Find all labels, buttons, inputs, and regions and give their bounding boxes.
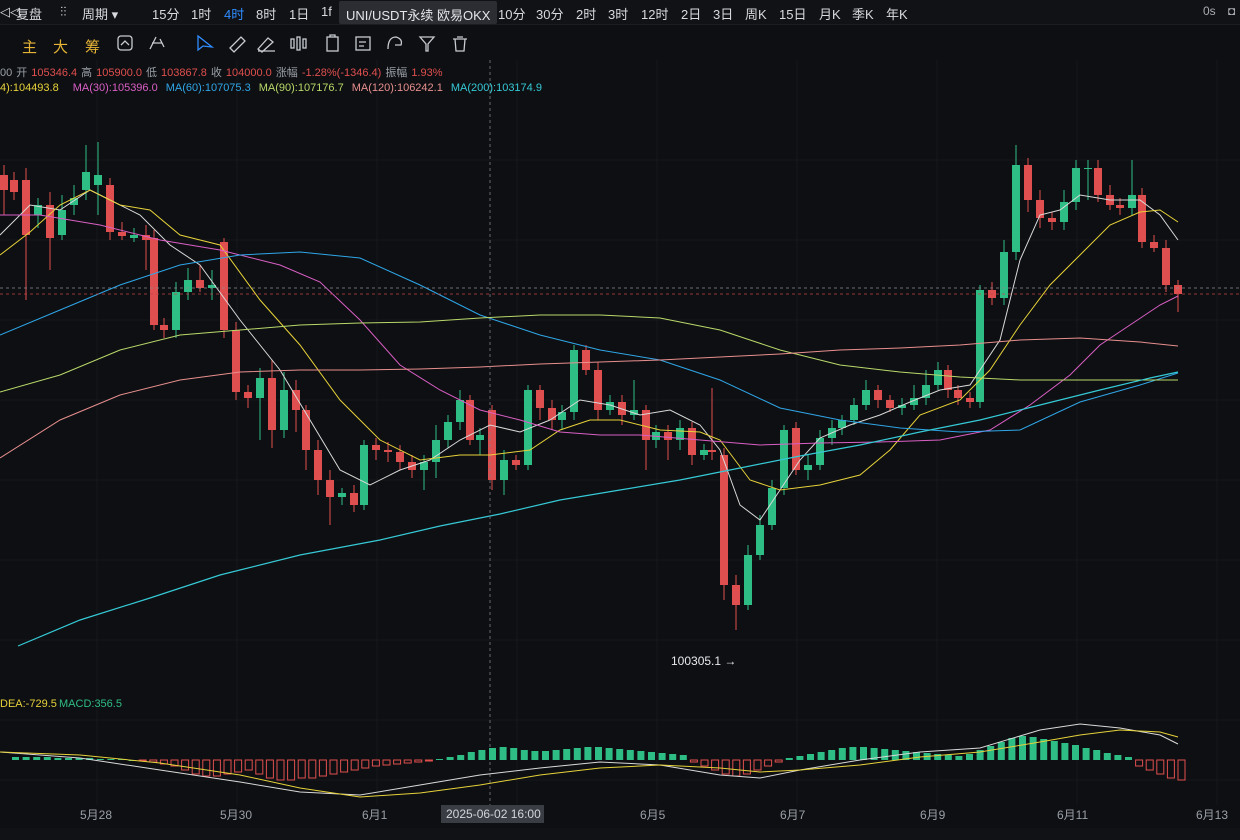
screenshot-icon[interactable]: ◘ — [1228, 4, 1235, 18]
ma-legend: 4):104493.8 MA(30):105396.0 MA(60):107075.… — [0, 82, 546, 94]
date-label-7: 6月13 — [1196, 808, 1229, 822]
date-label-5: 6月9 — [920, 808, 946, 822]
brush-icon[interactable] — [257, 37, 275, 53]
period-dropdown[interactable]: 周期 ▾ — [82, 4, 118, 23]
interval-30m[interactable]: 30分 — [536, 4, 563, 23]
pattern-icon[interactable] — [290, 36, 307, 51]
ma-legend-30: MA(30):105396.0 — [72, 82, 158, 94]
interval-year[interactable]: 年K — [886, 4, 908, 23]
cursor-icon[interactable] — [197, 34, 215, 52]
interval-15m[interactable]: 15分 — [152, 4, 179, 23]
interval-2h[interactable]: 2时 — [576, 4, 596, 23]
drawing-tools — [117, 34, 467, 53]
interval-month[interactable]: 月K — [819, 4, 841, 23]
change-value: -1.28%(-1346.4) — [301, 67, 382, 79]
ma-legend-120: MA(120):106242.1 — [351, 82, 443, 94]
candlesticks — [0, 142, 1182, 630]
change-label: 涨幅 — [275, 67, 298, 79]
interval-4h[interactable]: 4时 — [224, 4, 244, 23]
ruler-icon[interactable] — [229, 36, 246, 53]
interval-15d[interactable]: 15日 — [779, 4, 806, 23]
reset-icon[interactable] — [117, 35, 133, 51]
interval-12h[interactable]: 12时 — [641, 4, 668, 23]
date-label-0: 5月28 — [80, 808, 113, 822]
chevron-down-icon: ▾ — [111, 7, 119, 22]
interval-10m[interactable]: 10分 — [498, 4, 525, 23]
open-label: 开 — [16, 67, 28, 79]
amp-value: 1.93% — [411, 67, 443, 79]
indicator-tabs-strip[interactable] — [0, 828, 1240, 840]
low-value: 103867.8 — [161, 67, 207, 79]
replay-button[interactable]: 复盘 — [16, 4, 42, 23]
ma-legend-short: 4):104493.8 — [0, 82, 59, 94]
magnet-icon[interactable] — [387, 36, 403, 50]
refresh-timer: 0s — [1203, 4, 1216, 18]
symbol-tooltip: UNI/USDT永续 欧易OKX — [339, 1, 497, 24]
open-value: 105346.4 — [31, 67, 78, 79]
low-price-marker: 100305.1 → — [671, 654, 737, 668]
date-label-3: 6月5 — [640, 808, 666, 822]
amp-label: 振幅 — [385, 67, 408, 79]
interval-week[interactable]: 周K — [745, 4, 767, 23]
macd-histogram — [12, 736, 1186, 781]
macd-label: MACD:356.5 — [59, 698, 122, 710]
interval-1h[interactable]: 1时 — [191, 4, 211, 23]
date-label-4: 6月7 — [780, 808, 806, 822]
period-label: 周期 — [82, 7, 109, 22]
close-value: 104000.0 — [225, 67, 272, 79]
interval-3d[interactable]: 3日 — [713, 4, 733, 23]
trash-icon[interactable] — [453, 36, 467, 52]
interval-partial[interactable]: 1f — [321, 4, 332, 19]
indicator-icon[interactable] — [149, 36, 165, 50]
date-label-2: 6月1 — [362, 808, 388, 822]
date-label-1: 5月30 — [220, 808, 253, 822]
interval-3h[interactable]: 3时 — [608, 4, 628, 23]
interval-2d[interactable]: 2日 — [681, 4, 701, 23]
high-label: 高 — [81, 67, 93, 79]
interval-8h[interactable]: 8时 — [256, 4, 276, 23]
close-label: 收 — [210, 67, 222, 79]
candle-type-icon[interactable]: ⫶⫶ — [60, 4, 67, 20]
ma-legend-90: MA(90):107176.7 — [258, 82, 344, 94]
interval-quarter[interactable]: 季K — [852, 4, 874, 23]
price-chart[interactable] — [0, 0, 1240, 840]
ma-line-yellow — [0, 189, 1179, 491]
high-value: 105900.0 — [96, 67, 143, 79]
top-toolbar: ◁◁ 复盘 ⫶⫶ 周期 ▾ 15分 1时 4时 8时 1日 1f UNI/USD… — [0, 0, 1240, 25]
chart-grid — [0, 60, 1240, 805]
interval-1d[interactable]: 1日 — [289, 4, 309, 23]
ma-legend-200: MA(200):103174.9 — [450, 82, 542, 94]
dea-label: DEA:-729.5 — [0, 698, 57, 710]
clipboard-icon[interactable] — [326, 34, 339, 52]
low-label: 低 — [146, 67, 158, 79]
ohlc-row: 00 开 105346.4 高 105900.0 低 103867.8 收 104000.0 涨幅… — [0, 64, 447, 80]
crosshair-date: 2025-06-02 16:00 — [441, 805, 544, 823]
filter-icon[interactable] — [418, 36, 436, 52]
note-icon[interactable] — [355, 36, 371, 51]
ma-legend-60: MA(60):107075.3 — [165, 82, 251, 94]
ohlc-prefix: 00 — [0, 67, 13, 79]
date-label-6: 6月11 — [1057, 808, 1089, 822]
